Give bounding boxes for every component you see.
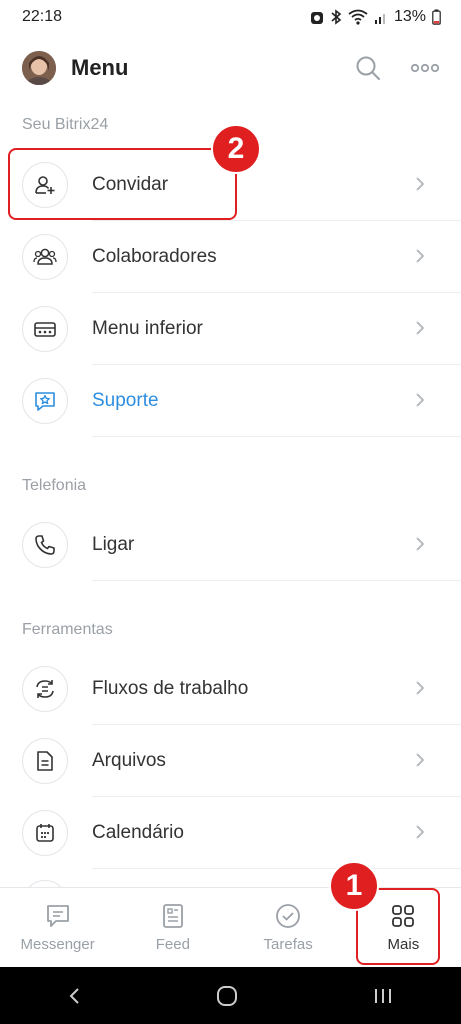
annotation-badge-1: 1	[329, 861, 379, 911]
menu-item-label: Colaboradores	[92, 246, 217, 267]
menu-item-label: Menu inferior	[92, 318, 203, 339]
header-actions	[355, 55, 439, 81]
section-title-ferramentas: Ferramentas	[22, 621, 113, 638]
icon-circle	[22, 738, 68, 784]
section-title-telefonia: Telefonia	[22, 477, 87, 494]
recent-apps-icon[interactable]	[372, 986, 394, 1006]
icon-circle	[22, 234, 68, 280]
chevron-right-icon	[416, 249, 425, 263]
chevron-right-icon	[416, 393, 425, 407]
chevron-right-icon	[416, 321, 425, 335]
divider	[92, 580, 461, 581]
menu-item-ligar[interactable]: Ligar	[0, 509, 461, 581]
nav-item-feed[interactable]: Feed	[115, 888, 230, 968]
header: Menu	[0, 40, 461, 96]
icon-circle	[22, 522, 68, 568]
users-icon	[33, 248, 57, 265]
menu-item-arquivos[interactable]: Arquivos	[0, 725, 461, 797]
battery-icon	[432, 9, 441, 25]
nav-label: Tarefas	[263, 936, 313, 953]
nav-label: Messenger	[20, 936, 95, 953]
bottom-menu-icon	[34, 322, 56, 337]
file-icon	[37, 751, 53, 771]
search-icon[interactable]	[355, 55, 381, 81]
nav-label: Feed	[155, 936, 190, 953]
system-nav-bar	[0, 967, 461, 1024]
feed-icon	[162, 904, 183, 928]
menu-item-fluxos[interactable]: Fluxos de trabalho	[0, 653, 461, 725]
bluetooth-icon	[331, 9, 342, 25]
divider	[92, 436, 461, 437]
section-title-bitrix: Seu Bitrix24	[22, 116, 109, 133]
chevron-right-icon	[416, 177, 425, 191]
alarm-icon	[310, 12, 323, 24]
workflow-icon	[36, 680, 54, 698]
home-icon[interactable]	[216, 985, 238, 1007]
menu-item-label: Fluxos de trabalho	[92, 678, 249, 699]
messenger-icon	[46, 905, 69, 927]
wifi-icon	[348, 9, 368, 25]
icon-circle	[22, 378, 68, 424]
menu-item-colaboradores[interactable]: Colaboradores	[0, 221, 461, 293]
nav-item-messenger[interactable]: Messenger	[0, 888, 115, 968]
phone-icon	[35, 535, 55, 555]
menu-item-label: Calendário	[92, 822, 184, 843]
chevron-right-icon	[416, 681, 425, 695]
icon-circle	[22, 666, 68, 712]
chevron-right-icon	[416, 825, 425, 839]
menu-item-label: Suporte	[92, 390, 159, 411]
tasks-icon	[276, 904, 301, 928]
status-bar: 22:18 13%	[0, 0, 461, 34]
annotation-badge-2: 2	[211, 124, 261, 174]
battery-text: 13%	[393, 8, 426, 25]
support-icon	[35, 392, 55, 411]
icon-circle	[22, 810, 68, 856]
page-title: Menu	[71, 55, 129, 80]
menu-item-suporte[interactable]: Suporte	[0, 365, 461, 437]
menu-item-menu-inferior[interactable]: Menu inferior	[0, 293, 461, 365]
signal-icon	[374, 14, 385, 24]
divider	[92, 868, 461, 869]
menu-item-calendario[interactable]: Calendário	[0, 797, 461, 869]
avatar[interactable]	[22, 51, 56, 85]
calendar-icon	[36, 824, 54, 842]
avatar-image	[22, 51, 56, 85]
icon-circle	[22, 306, 68, 352]
chevron-right-icon	[416, 753, 425, 767]
chevron-right-icon	[416, 537, 425, 551]
more-icon[interactable]	[411, 63, 439, 73]
nav-item-tarefas[interactable]: Tarefas	[231, 888, 346, 968]
status-time: 22:18	[22, 8, 63, 25]
back-icon[interactable]	[67, 986, 83, 1006]
status-icons: 13%	[310, 8, 441, 26]
annotation-highlight-convidar	[8, 148, 237, 220]
menu-item-label: Arquivos	[92, 750, 166, 771]
menu-item-label: Ligar	[92, 534, 135, 555]
